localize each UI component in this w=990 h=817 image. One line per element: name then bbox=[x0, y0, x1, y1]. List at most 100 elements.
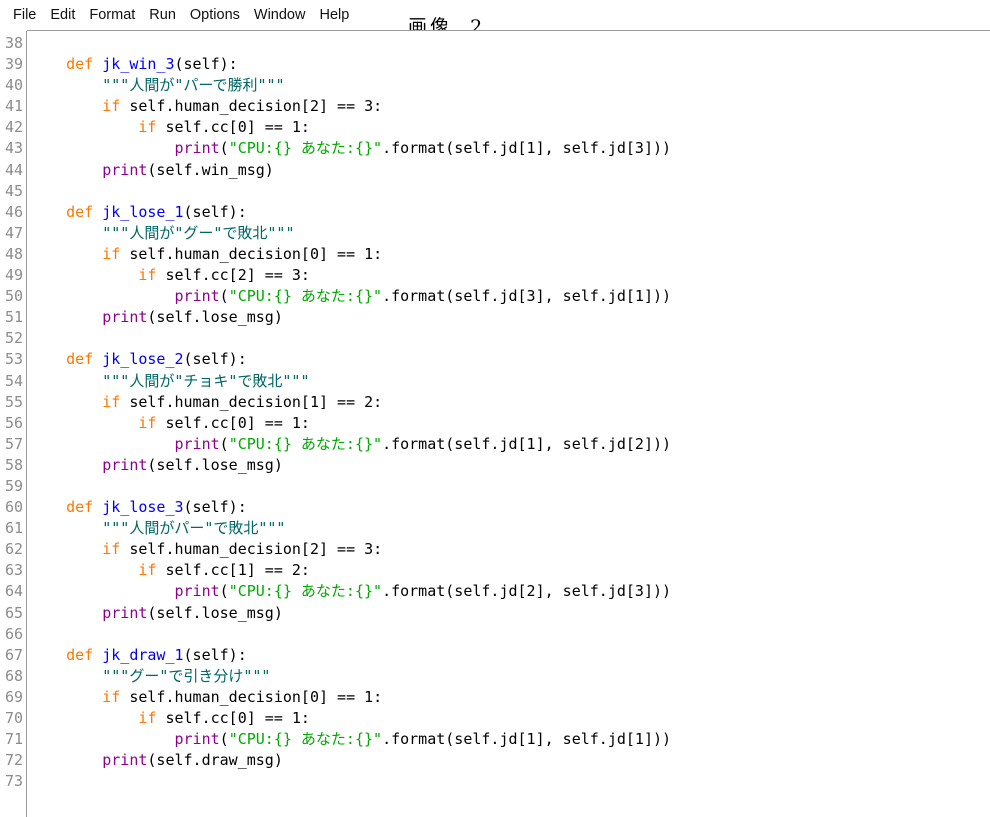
code-token-doc: """グー"で引き分け""" bbox=[102, 666, 271, 685]
code-token-plain: self.human_decision[0] == 1: bbox=[120, 687, 383, 706]
line-number: 52 bbox=[4, 329, 23, 348]
code-token-plain: self.human_decision[0] == 1: bbox=[120, 244, 383, 263]
code-line[interactable]: def jk_lose_3(self): bbox=[30, 497, 988, 518]
code-line[interactable]: """人間が"チョキ"で敗北""" bbox=[30, 371, 988, 392]
code-line[interactable]: """人間が"パーで勝利""" bbox=[30, 75, 988, 96]
code-line[interactable] bbox=[30, 476, 988, 497]
code-token-kw: if bbox=[138, 266, 157, 285]
code-line[interactable]: if self.human_decision[2] == 3: bbox=[30, 96, 988, 117]
menu-help[interactable]: Help bbox=[312, 5, 356, 25]
code-line[interactable] bbox=[30, 624, 988, 645]
code-token-plain: ( bbox=[219, 139, 229, 158]
line-number: 60 bbox=[4, 498, 23, 517]
editor-top-border bbox=[27, 30, 990, 31]
code-line[interactable] bbox=[30, 33, 988, 54]
line-number: 63 bbox=[4, 561, 23, 580]
code-line[interactable]: if self.human_decision[0] == 1: bbox=[30, 687, 988, 708]
code-line[interactable]: print(self.lose_msg) bbox=[30, 603, 988, 624]
code-line[interactable] bbox=[30, 328, 988, 349]
menu-options[interactable]: Options bbox=[183, 5, 247, 25]
line-number: 46 bbox=[4, 202, 23, 221]
code-line[interactable]: if self.cc[0] == 1: bbox=[30, 413, 988, 434]
code-line[interactable]: print("CPU:{} あなた:{}".format(self.jd[2],… bbox=[30, 581, 988, 602]
code-token-kw: def bbox=[66, 202, 94, 221]
code-line[interactable] bbox=[30, 181, 988, 202]
code-line[interactable]: if self.cc[2] == 3: bbox=[30, 265, 988, 286]
code-line[interactable]: print(self.win_msg) bbox=[30, 160, 988, 181]
code-line[interactable]: print("CPU:{} あなた:{}".format(self.jd[3],… bbox=[30, 286, 988, 307]
line-number: 67 bbox=[4, 645, 23, 664]
code-token-plain: ( bbox=[219, 434, 229, 453]
code-token-builtin: print bbox=[174, 287, 220, 306]
code-line[interactable]: def jk_lose_1(self): bbox=[30, 202, 988, 223]
code-token-plain: (self): bbox=[183, 350, 247, 369]
line-number: 70 bbox=[4, 709, 23, 727]
code-token-kw: def bbox=[66, 645, 94, 664]
code-token-builtin: print bbox=[174, 139, 220, 158]
code-token-builtin: print bbox=[174, 582, 220, 601]
code-line[interactable]: """人間がパー"で敗北""" bbox=[30, 518, 988, 539]
line-number: 68 bbox=[4, 666, 23, 685]
line-number: 43 bbox=[4, 139, 23, 158]
line-number: 72 bbox=[4, 751, 23, 770]
code-line[interactable]: if self.cc[0] == 1: bbox=[30, 708, 988, 729]
code-line[interactable]: if self.cc[1] == 2: bbox=[30, 560, 988, 581]
code-line[interactable]: def jk_lose_2(self): bbox=[30, 349, 988, 370]
code-token-plain: (self.draw_msg) bbox=[147, 751, 283, 770]
code-token-builtin: print bbox=[174, 730, 220, 749]
code-line[interactable]: def jk_draw_1(self): bbox=[30, 645, 988, 666]
code-line[interactable]: def jk_win_3(self): bbox=[30, 54, 988, 75]
menu-edit[interactable]: Edit bbox=[43, 5, 82, 25]
code-token-plain: ( bbox=[219, 287, 229, 306]
code-line[interactable]: print(self.lose_msg) bbox=[30, 307, 988, 328]
code-line[interactable]: if self.cc[0] == 1: bbox=[30, 117, 988, 138]
code-line[interactable]: print(self.draw_msg) bbox=[30, 750, 988, 771]
code-line[interactable]: if self.human_decision[2] == 3: bbox=[30, 539, 988, 560]
line-number: 64 bbox=[4, 582, 23, 601]
code-text-area[interactable]: def jk_win_3(self): """人間が"パーで勝利""" if s… bbox=[30, 33, 988, 817]
line-number: 62 bbox=[4, 540, 23, 559]
code-token-kw: if bbox=[102, 97, 121, 116]
code-line[interactable]: print("CPU:{} あなた:{}".format(self.jd[1],… bbox=[30, 434, 988, 455]
menu-run[interactable]: Run bbox=[142, 5, 183, 25]
code-token-kw: if bbox=[138, 413, 157, 432]
code-editor[interactable]: 38 39 40 41 42 43 44 45 46 47 48 49 50 51 52 53 54 55 56 57… bbox=[0, 30, 990, 817]
code-token-str: "CPU:{} あなた:{}" bbox=[228, 434, 383, 453]
code-token-str: "CPU:{} あなた:{}" bbox=[228, 287, 383, 306]
code-token-doc: """人間が"グー"で敗北""" bbox=[102, 223, 295, 242]
code-token-plain: .format(self.jd[1], self.jd[2])) bbox=[382, 434, 672, 453]
line-number: 57 bbox=[4, 434, 23, 453]
code-token-plain: .format(self.jd[1], self.jd[1])) bbox=[382, 730, 672, 749]
code-token-plain: (self.lose_msg) bbox=[147, 455, 283, 474]
line-number: 66 bbox=[4, 624, 23, 643]
menu-file[interactable]: File bbox=[6, 5, 43, 25]
code-line[interactable]: if self.human_decision[0] == 1: bbox=[30, 244, 988, 265]
code-line[interactable]: print("CPU:{} あなた:{}".format(self.jd[1],… bbox=[30, 729, 988, 750]
code-line[interactable]: """人間が"グー"で敗北""" bbox=[30, 223, 988, 244]
code-token-plain: (self.win_msg) bbox=[147, 160, 274, 179]
line-number: 40 bbox=[4, 76, 23, 95]
code-line[interactable] bbox=[30, 771, 988, 792]
menu-window[interactable]: Window bbox=[247, 5, 313, 25]
code-line[interactable]: print("CPU:{} あなた:{}".format(self.jd[1],… bbox=[30, 138, 988, 159]
code-line[interactable]: print(self.lose_msg) bbox=[30, 455, 988, 476]
line-number: 39 bbox=[4, 55, 23, 74]
code-token-plain: (self.lose_msg) bbox=[147, 308, 283, 327]
code-line[interactable]: if self.human_decision[1] == 2: bbox=[30, 392, 988, 413]
code-token-builtin: print bbox=[102, 455, 148, 474]
menu-format[interactable]: Format bbox=[82, 5, 142, 25]
code-token-def: jk_win_3 bbox=[102, 55, 175, 74]
code-line[interactable]: """グー"で引き分け""" bbox=[30, 666, 988, 687]
code-token-doc: """人間がパー"で敗北""" bbox=[102, 519, 286, 538]
code-token-plain: self.cc[2] == 3: bbox=[156, 266, 310, 285]
